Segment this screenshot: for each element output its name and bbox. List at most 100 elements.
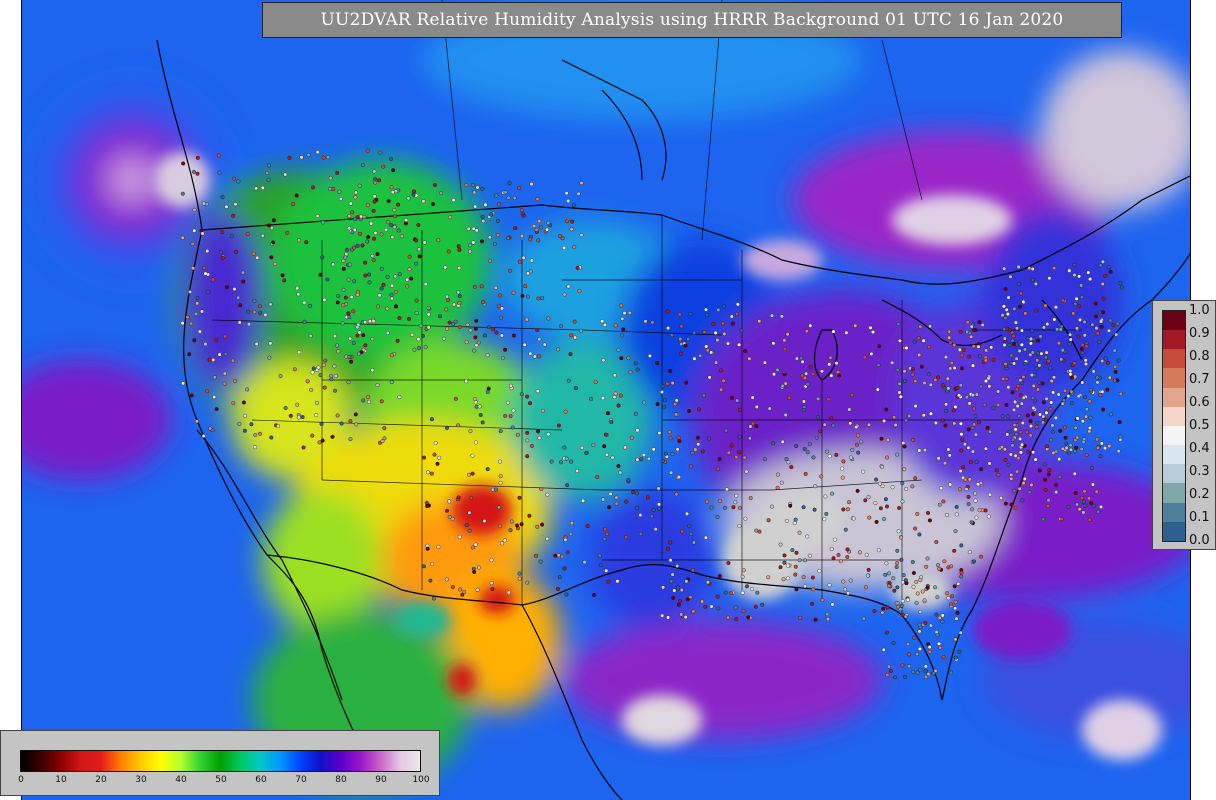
station-dot-icon bbox=[416, 337, 421, 342]
station-dot-icon bbox=[292, 367, 297, 372]
station-dot-icon bbox=[389, 223, 394, 228]
station-dot-icon bbox=[328, 176, 333, 181]
station-dot-icon bbox=[348, 437, 353, 442]
station-dot-icon bbox=[651, 508, 656, 513]
station-dot-icon bbox=[947, 335, 952, 340]
station-dot-icon bbox=[1076, 304, 1081, 309]
station-dot-icon bbox=[457, 534, 462, 539]
station-dot-icon bbox=[737, 434, 742, 439]
station-dot-icon bbox=[911, 438, 916, 443]
station-dot-icon bbox=[1095, 375, 1100, 380]
station-dot-icon bbox=[1091, 503, 1096, 508]
station-dot-icon bbox=[616, 464, 621, 469]
station-dot-icon bbox=[810, 601, 815, 606]
station-dot-icon bbox=[955, 610, 960, 615]
station-dot-icon bbox=[1075, 416, 1080, 421]
station-dot-icon bbox=[678, 351, 683, 356]
station-dot-icon bbox=[904, 486, 909, 491]
station-dot-icon bbox=[883, 497, 888, 502]
station-dot-icon bbox=[629, 435, 634, 440]
station-dot-icon bbox=[1073, 374, 1078, 379]
station-dot-icon bbox=[536, 354, 541, 359]
station-dot-icon bbox=[377, 293, 382, 298]
station-dot-icon bbox=[519, 208, 524, 213]
station-dot-icon bbox=[772, 372, 777, 377]
station-dot-icon bbox=[1013, 399, 1018, 404]
station-dot-icon bbox=[475, 185, 480, 190]
station-dot-icon bbox=[843, 587, 848, 592]
station-dot-icon bbox=[927, 645, 932, 650]
station-dot-icon bbox=[416, 222, 421, 227]
station-dot-icon bbox=[452, 302, 457, 307]
station-dot-icon bbox=[657, 502, 662, 507]
station-dot-icon bbox=[1089, 465, 1094, 470]
station-dot-icon bbox=[353, 190, 358, 195]
station-dot-icon bbox=[199, 309, 204, 314]
station-dot-icon bbox=[793, 572, 798, 577]
station-dot-icon bbox=[1013, 320, 1018, 325]
station-dot-icon bbox=[848, 421, 853, 426]
station-dot-icon bbox=[958, 469, 963, 474]
station-dot-icon bbox=[238, 303, 243, 308]
station-dot-icon bbox=[854, 425, 859, 430]
station-dot-icon bbox=[472, 570, 477, 575]
station-dot-icon bbox=[1105, 387, 1110, 392]
residual-label: 0.7 bbox=[1189, 372, 1210, 387]
station-dot-icon bbox=[1020, 380, 1025, 385]
station-dot-icon bbox=[363, 320, 368, 325]
station-dot-icon bbox=[917, 532, 922, 537]
station-dot-icon bbox=[775, 472, 780, 477]
station-dot-icon bbox=[229, 234, 234, 239]
station-dot-icon bbox=[793, 517, 798, 522]
station-dot-icon bbox=[1046, 359, 1051, 364]
station-dot-icon bbox=[1000, 313, 1005, 318]
station-dot-icon bbox=[901, 573, 906, 578]
station-dot-icon bbox=[734, 617, 739, 622]
station-dot-icon bbox=[692, 356, 697, 361]
station-dot-icon bbox=[616, 347, 621, 352]
station-dot-icon bbox=[945, 591, 950, 596]
station-dot-icon bbox=[949, 602, 954, 607]
station-dot-icon bbox=[674, 492, 679, 497]
station-dot-icon bbox=[254, 186, 259, 191]
station-dot-icon bbox=[771, 441, 776, 446]
station-dot-icon bbox=[1025, 413, 1030, 418]
station-dot-icon bbox=[754, 528, 759, 533]
station-dot-icon bbox=[453, 319, 458, 324]
station-dot-icon bbox=[525, 394, 530, 399]
station-dot-icon bbox=[604, 568, 609, 573]
station-dot-icon bbox=[471, 240, 476, 245]
station-dot-icon bbox=[1069, 375, 1074, 380]
station-dot-icon bbox=[863, 585, 868, 590]
station-dot-icon bbox=[1017, 414, 1022, 419]
station-dot-icon bbox=[947, 329, 952, 334]
station-dot-icon bbox=[220, 230, 225, 235]
station-dot-icon bbox=[626, 478, 631, 483]
station-dot-icon bbox=[482, 519, 487, 524]
station-dot-icon bbox=[1028, 341, 1033, 346]
station-dot-icon bbox=[563, 537, 568, 542]
station-dot-icon bbox=[378, 150, 383, 155]
station-dot-icon bbox=[1012, 306, 1017, 311]
station-dot-icon bbox=[1088, 277, 1093, 282]
station-dot-icon bbox=[826, 397, 831, 402]
station-dot-icon bbox=[409, 276, 414, 281]
station-dot-icon bbox=[793, 564, 798, 569]
station-dot-icon bbox=[970, 507, 975, 512]
station-dot-icon bbox=[438, 314, 443, 319]
station-dot-icon bbox=[831, 556, 836, 561]
station-dot-icon bbox=[205, 290, 210, 295]
station-dot-icon bbox=[423, 282, 428, 287]
residual-legend: 1.0 0.9 0.8 0.7 0.6 0.5 0.4 0.3 0.2 0.1 0.0 bbox=[1152, 300, 1216, 550]
station-dot-icon bbox=[896, 604, 901, 609]
station-dot-icon bbox=[941, 655, 946, 660]
station-dot-icon bbox=[291, 202, 296, 207]
station-dot-icon bbox=[952, 584, 957, 589]
station-dot-icon bbox=[1013, 505, 1018, 510]
station-dot-icon bbox=[907, 413, 912, 418]
station-dot-icon bbox=[453, 396, 458, 401]
station-dot-icon bbox=[986, 514, 991, 519]
station-dot-icon bbox=[500, 356, 505, 361]
station-dot-icon bbox=[965, 320, 970, 325]
station-dot-icon bbox=[1083, 362, 1088, 367]
